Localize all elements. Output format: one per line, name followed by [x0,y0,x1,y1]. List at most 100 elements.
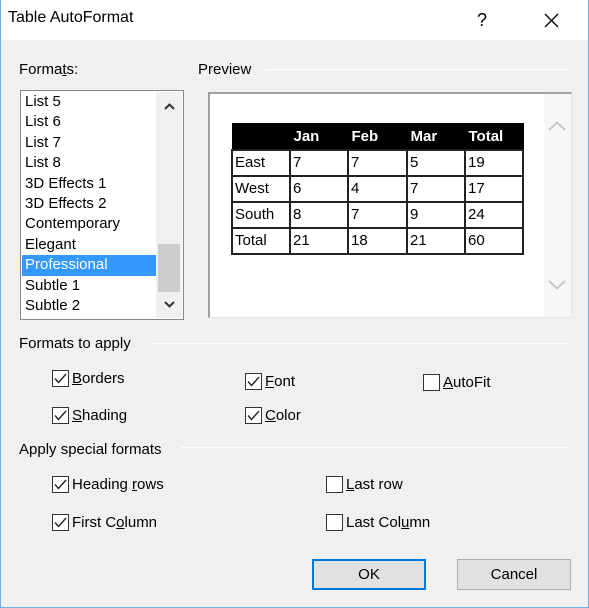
format-list-item[interactable]: List 5 [22,92,156,112]
checkmark-icon [247,410,260,421]
shading-checkbox[interactable]: Shading [52,407,127,424]
close-icon [544,13,558,28]
special-formats-label: Apply special formats [19,441,162,458]
checkbox-label: AutoFit [443,374,491,391]
preview-cell: 4 [347,174,408,203]
color-checkbox[interactable]: Color [245,407,301,424]
formats-to-apply-divider [154,343,569,344]
preview-cell: 21 [406,226,466,255]
checkbox-unchecked-icon[interactable] [326,514,343,531]
preview-cell: South [231,200,291,229]
chevron-down-icon [163,300,175,308]
checkmark-icon [54,410,67,421]
heading-rows-checkbox[interactable]: Heading rows [52,476,164,493]
special-formats-divider [181,447,569,448]
format-list-item[interactable]: List 6 [22,112,156,132]
scroll-up-button[interactable] [156,94,182,118]
checkbox-checked-icon[interactable] [52,514,69,531]
checkbox-label: Last Column [346,514,431,531]
preview-scroll-down [544,273,570,297]
first-column-checkbox[interactable]: First Column [52,514,157,531]
preview-cell: 17 [464,174,524,203]
format-list-item[interactable]: Subtle 2 [22,296,156,316]
close-button[interactable] [531,4,571,36]
checkbox-label: Shading [72,407,128,424]
checkbox-unchecked-icon[interactable] [326,476,343,493]
preview-scroll-up [544,114,570,138]
preview-cell: 18 [347,226,408,255]
format-list-item[interactable]: 3D Effects 2 [22,194,156,214]
cancel-button[interactable]: Cancel [457,559,571,590]
preview-divider [266,69,569,70]
checkbox-checked-icon[interactable] [52,370,69,387]
checkmark-icon [54,373,67,384]
preview-header-row: Jan Feb Mar Total [231,123,524,150]
chevron-up-icon [548,121,566,131]
chevron-up-icon [163,102,175,110]
preview-cell: 7 [347,200,408,229]
preview-row: East 7 7 5 19 [231,148,524,177]
preview-cell: 24 [464,200,524,229]
checkbox-checked-icon[interactable] [245,407,262,424]
preview-label: Preview [198,61,252,78]
format-list-item[interactable]: List 8 [22,153,156,173]
preview-header-cell: Total [464,123,524,150]
font-checkbox[interactable]: Font [245,373,295,390]
last-row-checkbox[interactable]: Last row [326,476,403,493]
preview-cell: 19 [464,148,524,177]
window-title: Table AutoFormat [8,9,134,26]
last-column-checkbox[interactable]: Last Column [326,514,430,531]
chevron-down-icon [548,280,566,290]
formats-listbox[interactable]: List 5 List 6 List 7 List 8 3D Effects 1 3D E… [20,90,184,320]
checkbox-label: Borders [72,370,125,387]
preview-cell: 9 [406,200,466,229]
preview-row: West 6 4 7 17 [231,174,524,203]
ok-button[interactable]: OK [312,559,426,590]
formats-label: Formats: [19,61,79,78]
title-bar: Table AutoFormat ? [1,0,588,40]
format-list-item[interactable]: Contemporary [22,214,156,234]
checkbox-checked-icon[interactable] [52,476,69,493]
preview-cell: 5 [406,148,466,177]
preview-header-cell: Feb [347,123,408,150]
table-autoformat-dialog: Table AutoFormat ? Formats: List 5 List 6… [0,0,589,608]
checkmark-icon [54,479,67,490]
checkmark-icon [247,376,260,387]
checkbox-label: First Column [72,514,158,531]
preview-cell: West [231,174,291,203]
preview-pane: Jan Feb Mar Total East 7 7 5 19 West 6 4 7 17 Sout… [208,92,572,318]
format-list-item[interactable]: Elegant [22,235,156,255]
checkbox-label: Last row [346,476,403,493]
preview-header-cell: Jan [289,123,349,150]
formats-scrollbar[interactable] [156,92,182,318]
preview-table: Jan Feb Mar Total East 7 7 5 19 West 6 4 7 17 Sout… [231,123,524,255]
checkbox-label: Heading rows [72,476,164,493]
preview-header-cell [231,123,291,150]
preview-cell: East [231,148,291,177]
checkbox-checked-icon[interactable] [245,373,262,390]
formats-list: List 5 List 6 List 7 List 8 3D Effects 1 3D E… [22,92,156,316]
preview-header-cell: Mar [406,123,466,150]
preview-cell: 7 [289,148,349,177]
checkbox-label: Color [265,407,301,424]
preview-cell: 6 [289,174,349,203]
checkbox-unchecked-icon[interactable] [423,374,440,391]
preview-cell: 7 [406,174,466,203]
scroll-down-button[interactable] [156,292,182,316]
format-list-item[interactable]: List 7 [22,133,156,153]
borders-checkbox[interactable]: Borders [52,370,125,387]
preview-cell: 8 [289,200,349,229]
autofit-checkbox[interactable]: AutoFit [423,374,491,391]
checkbox-checked-icon[interactable] [52,407,69,424]
checkmark-icon [54,517,67,528]
preview-cell: Total [231,226,291,255]
preview-row: South 8 7 9 24 [231,200,524,229]
format-list-item[interactable]: Professional [22,255,156,276]
format-list-item[interactable]: 3D Effects 1 [22,174,156,194]
preview-cell: 7 [347,148,408,177]
format-list-item[interactable]: Subtle 1 [22,276,156,296]
help-button[interactable]: ? [467,4,497,36]
preview-cell: 60 [464,226,524,255]
preview-scrollbar [544,94,571,317]
scroll-thumb[interactable] [158,244,180,292]
